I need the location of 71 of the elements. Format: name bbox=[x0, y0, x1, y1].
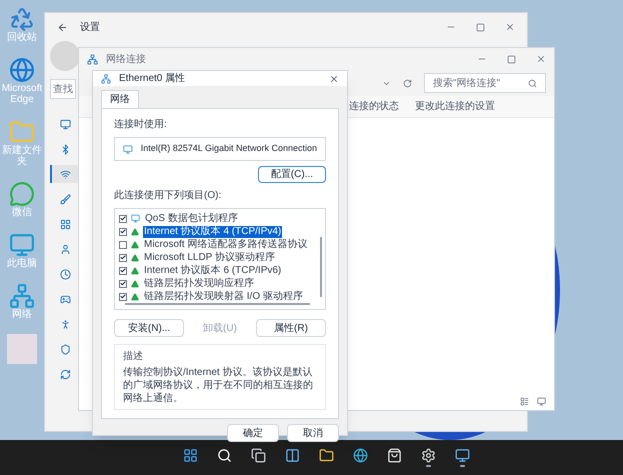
checkbox[interactable] bbox=[119, 292, 127, 300]
network-adapter-icon bbox=[101, 74, 111, 84]
close-icon[interactable] bbox=[536, 54, 546, 64]
settings-icon bbox=[421, 448, 436, 463]
list-item[interactable]: 链路层拓扑发现响应程序 bbox=[143, 278, 255, 290]
recycle-bin-icon[interactable] bbox=[9, 6, 35, 32]
group-title: 描述 bbox=[123, 350, 144, 364]
search-icon[interactable] bbox=[528, 78, 537, 88]
person-icon bbox=[60, 244, 70, 254]
wifi-icon bbox=[60, 168, 70, 180]
configure-button[interactable]: 配置(C)... bbox=[258, 166, 326, 183]
start-icon bbox=[183, 448, 198, 463]
list-item[interactable]: Microsoft 网络适配器多路传送器协议 bbox=[143, 238, 308, 250]
search-field[interactable]: 搜索"网络连接" bbox=[424, 73, 546, 93]
list-item[interactable]: QoS 数据包计划程序 bbox=[144, 212, 239, 224]
details-view-icon[interactable] bbox=[520, 397, 529, 406]
network-adapter-icon bbox=[123, 144, 133, 154]
monitor-icon bbox=[455, 448, 470, 463]
list-item[interactable]: Internet 协议版本 6 (TCP/IPv6) bbox=[143, 264, 282, 276]
service-icon bbox=[131, 214, 140, 223]
checkbox[interactable] bbox=[119, 228, 127, 236]
dialog-button[interactable]: 取消 bbox=[287, 424, 339, 442]
store-icon bbox=[387, 448, 402, 463]
task-view-icon bbox=[251, 448, 266, 463]
globe-icon bbox=[353, 448, 368, 463]
search-field[interactable]: 查找 bbox=[50, 79, 76, 99]
adapter-field: Intel(R) 82574L Gigabit Network Connection bbox=[114, 137, 326, 161]
shield-icon bbox=[60, 344, 70, 354]
toolbar-link[interactable]: 更改此连接的设置 bbox=[415, 99, 495, 114]
monitor-icon bbox=[60, 118, 70, 130]
action-button[interactable]: 属性(R) bbox=[256, 319, 326, 337]
dialog-title: Ethernet0 属性 bbox=[119, 72, 186, 86]
field-label: 连接时使用: bbox=[114, 118, 168, 132]
sidebar-item[interactable] bbox=[50, 165, 78, 183]
brush-icon bbox=[60, 194, 70, 204]
vertical-scrollbar[interactable] bbox=[320, 237, 322, 297]
checkbox[interactable] bbox=[119, 266, 127, 274]
tab[interactable]: 网络 bbox=[101, 90, 139, 108]
gamepad-icon bbox=[60, 294, 70, 304]
window-title: 网络连接 bbox=[106, 52, 146, 66]
horizontal-scrollbar[interactable] bbox=[125, 303, 310, 305]
refresh-icon[interactable] bbox=[403, 78, 412, 88]
checkbox[interactable] bbox=[119, 214, 127, 222]
globe-icon[interactable] bbox=[9, 57, 35, 83]
network-icon bbox=[87, 54, 98, 64]
maximize-icon[interactable] bbox=[476, 22, 485, 32]
folder-icon bbox=[319, 448, 334, 463]
window-title: 设置 bbox=[80, 20, 100, 34]
list-item[interactable]: Microsoft LLDP 协议驱动程序 bbox=[143, 252, 276, 264]
tiles-view-icon[interactable] bbox=[537, 397, 546, 406]
accessibility-icon bbox=[60, 318, 70, 330]
list-item[interactable]: Internet 协议版本 4 (TCP/IPv4) bbox=[143, 226, 282, 238]
update-icon bbox=[60, 368, 70, 380]
checkbox[interactable] bbox=[119, 280, 127, 288]
checkbox[interactable] bbox=[119, 240, 127, 248]
list-item[interactable]: 链路层拓扑发现映射器 I/O 驱动程序 bbox=[143, 290, 304, 302]
widgets-icon bbox=[285, 448, 300, 463]
grid-icon bbox=[60, 218, 70, 230]
search-icon bbox=[217, 448, 232, 463]
bluetooth-icon bbox=[60, 144, 70, 154]
clock-icon bbox=[60, 268, 70, 280]
maximize-icon[interactable] bbox=[507, 54, 516, 64]
close-icon[interactable] bbox=[329, 74, 339, 84]
back-icon[interactable] bbox=[57, 22, 68, 32]
field-label: 此连接使用下列项目(O): bbox=[114, 188, 222, 203]
action-button[interactable]: 安装(N)... bbox=[114, 319, 184, 337]
description-text: 传输控制协议/Internet 协议。该协议是默认的广域网络协议，用于在不同的相互连接的网络上通信。 bbox=[123, 366, 314, 405]
toolbar-link[interactable]: 连接的状态 bbox=[349, 99, 399, 114]
checkbox[interactable] bbox=[119, 254, 127, 262]
close-icon[interactable] bbox=[505, 22, 515, 32]
dialog-button[interactable]: 确定 bbox=[227, 424, 279, 442]
